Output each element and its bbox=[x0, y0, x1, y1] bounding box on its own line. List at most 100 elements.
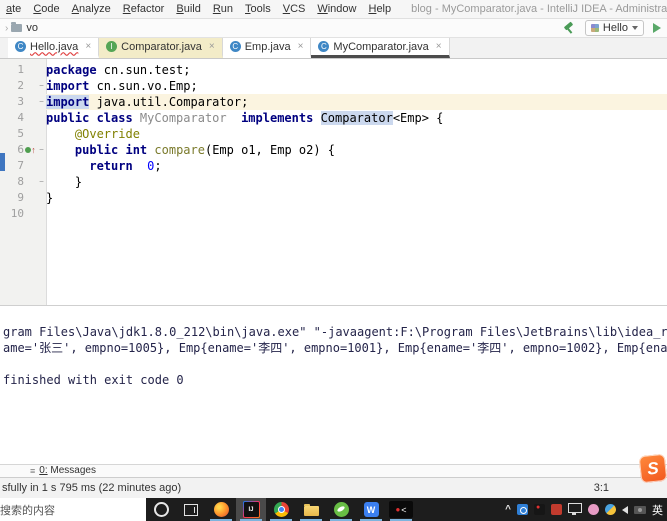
cortana-button[interactable] bbox=[146, 498, 176, 521]
run-config-name: Hello bbox=[602, 22, 628, 34]
tray-flower-app-icon[interactable] bbox=[588, 504, 599, 515]
navigation-bar: › vo Hello bbox=[0, 19, 667, 38]
tray-red-app-icon[interactable] bbox=[551, 504, 562, 515]
tab-label: MyComparator.java bbox=[333, 40, 429, 53]
breadcrumb-separator-icon: › bbox=[5, 22, 9, 34]
taskbar-intellij[interactable] bbox=[236, 498, 266, 521]
menu-item-build[interactable]: Build bbox=[170, 3, 206, 15]
menu-items: ate Code Analyze Refactor Build Run Tools VCS Wi… bbox=[0, 3, 397, 15]
fold-marker-icon[interactable]: − bbox=[37, 142, 46, 158]
class-icon: C bbox=[229, 41, 241, 52]
taskbar-wps[interactable] bbox=[356, 498, 386, 521]
sogou-input-icon[interactable]: S bbox=[638, 453, 667, 484]
close-icon[interactable]: × bbox=[436, 41, 442, 52]
menu-item-refactor[interactable]: Refactor bbox=[117, 3, 171, 15]
menu-item-ate[interactable]: ate bbox=[0, 3, 27, 15]
console-line: ame='张三', empno=1005}, Emp{ename='李四', e… bbox=[3, 341, 667, 355]
tray-camera-icon[interactable] bbox=[634, 505, 646, 514]
taskbar-chrome[interactable] bbox=[266, 498, 296, 521]
code-line-10: 10 bbox=[0, 206, 667, 222]
file-explorer-icon bbox=[303, 504, 319, 516]
tray-weather-icon[interactable] bbox=[605, 504, 616, 515]
menu-item-window[interactable]: Window bbox=[311, 3, 362, 15]
run-button[interactable] bbox=[653, 23, 661, 33]
code-line-9: 9} bbox=[0, 190, 667, 206]
menu-item-vcs[interactable]: VCS bbox=[277, 3, 312, 15]
close-icon[interactable]: × bbox=[298, 41, 304, 52]
fold-marker-icon[interactable]: − bbox=[37, 94, 46, 110]
taskbar-search-box[interactable]: 要搜索的内容 bbox=[0, 498, 146, 521]
close-icon[interactable]: × bbox=[209, 41, 215, 52]
line-number: 10 bbox=[10, 207, 24, 220]
tab-label: Emp.java bbox=[244, 40, 291, 53]
line-number: 5 bbox=[17, 127, 24, 140]
menu-item-code[interactable]: Code bbox=[27, 3, 65, 15]
tab-hello-java[interactable]: C Hello.java × bbox=[8, 38, 100, 58]
fold-marker-icon[interactable]: − bbox=[37, 174, 46, 190]
menu-bar: ate Code Analyze Refactor Build Run Tools VCS Wi… bbox=[0, 0, 667, 19]
messages-bar[interactable]: ≡ 0: Messages bbox=[0, 464, 667, 477]
menu-item-analyze[interactable]: Analyze bbox=[66, 3, 117, 15]
messages-list-icon: ≡ bbox=[30, 466, 36, 476]
code-line-7: 7 return 0; bbox=[0, 158, 667, 174]
taskbar-ocam[interactable] bbox=[386, 498, 416, 521]
spring-icon bbox=[333, 502, 349, 517]
code-line-5: 5 @Override bbox=[0, 126, 667, 142]
tab-label: Comparator.java bbox=[121, 40, 202, 53]
build-hammer-icon[interactable] bbox=[562, 22, 576, 35]
console-lines: gram Files\Java\jdk1.8.0_212\bin\java.ex… bbox=[3, 324, 667, 388]
intellij-icon bbox=[243, 501, 260, 518]
folder-icon bbox=[11, 22, 23, 32]
console-line: gram Files\Java\jdk1.8.0_212\bin\java.ex… bbox=[3, 325, 667, 339]
cortana-icon bbox=[153, 502, 169, 517]
run-configuration-select[interactable]: Hello bbox=[584, 20, 644, 36]
close-icon[interactable]: × bbox=[85, 41, 91, 52]
line-number: 2 bbox=[17, 79, 24, 92]
code-line-3: 3− import java.util.Comparator; bbox=[0, 94, 667, 110]
line-number: 4 bbox=[17, 111, 24, 124]
taskbar-explorer[interactable] bbox=[296, 498, 326, 521]
hidden-icons-chevron[interactable]: ^ bbox=[505, 504, 511, 515]
task-view-icon bbox=[184, 503, 198, 516]
line-number: 1 bbox=[17, 63, 24, 76]
system-tray: ^ 英 bbox=[505, 502, 667, 518]
tab-emp-java[interactable]: C Emp.java × bbox=[222, 38, 312, 58]
menu-item-help[interactable]: Help bbox=[362, 3, 397, 15]
fold-marker-icon[interactable]: − bbox=[37, 78, 46, 94]
ocam-recorder-icon bbox=[389, 501, 413, 518]
status-bar: sfully in 1 s 795 ms (22 minutes ago) 3:… bbox=[0, 477, 667, 498]
tab-mycomparator-java[interactable]: C MyComparator.java × bbox=[311, 38, 450, 58]
tray-blue-app-icon[interactable] bbox=[517, 504, 528, 515]
line-number: 3 bbox=[17, 95, 24, 108]
code-line-2: 2− import cn.sun.vo.Emp; bbox=[0, 78, 667, 94]
task-view-button[interactable] bbox=[176, 498, 206, 521]
code-line-1: 1 package cn.sun.test; bbox=[0, 62, 667, 78]
run-console: gram Files\Java\jdk1.8.0_212\bin\java.ex… bbox=[0, 305, 667, 464]
code-editor[interactable]: 1 package cn.sun.test; 2− import cn.sun.vo.… bbox=[0, 59, 667, 305]
tray-recorder-icon[interactable] bbox=[534, 504, 545, 515]
menu-item-tools[interactable]: Tools bbox=[239, 3, 277, 15]
overriding-method-icon[interactable]: ↑ bbox=[24, 142, 37, 158]
menu-item-run[interactable]: Run bbox=[207, 3, 239, 15]
caret-position[interactable]: 3:1 bbox=[594, 482, 609, 494]
firefox-icon bbox=[213, 502, 229, 517]
breadcrumb-folder[interactable]: vo bbox=[26, 22, 38, 34]
code-line-6: 6 ↑ − public int compare(Emp o1, Emp o2) { bbox=[0, 142, 667, 158]
console-line: finished with exit code 0 bbox=[3, 373, 184, 387]
tab-comparator-java[interactable]: I Comparator.java × bbox=[99, 38, 223, 58]
interface-icon: I bbox=[106, 41, 118, 52]
taskbar-firefox[interactable] bbox=[206, 498, 236, 521]
class-icon: C bbox=[318, 41, 330, 52]
volume-icon[interactable] bbox=[622, 505, 628, 514]
taskbar-spring-app[interactable] bbox=[326, 498, 356, 521]
input-method-indicator[interactable]: 英 bbox=[652, 502, 663, 518]
line-number: 8 bbox=[17, 175, 24, 188]
run-config-app-icon bbox=[590, 24, 599, 32]
tab-bar: C Hello.java × I Comparator.java × C Emp.java × C… bbox=[0, 38, 667, 59]
tray-display-icon[interactable] bbox=[568, 503, 582, 515]
messages-tab-label[interactable]: 0: Messages bbox=[39, 465, 96, 477]
chrome-icon bbox=[273, 502, 289, 517]
class-icon: C bbox=[15, 41, 26, 52]
wps-icon bbox=[363, 502, 379, 517]
